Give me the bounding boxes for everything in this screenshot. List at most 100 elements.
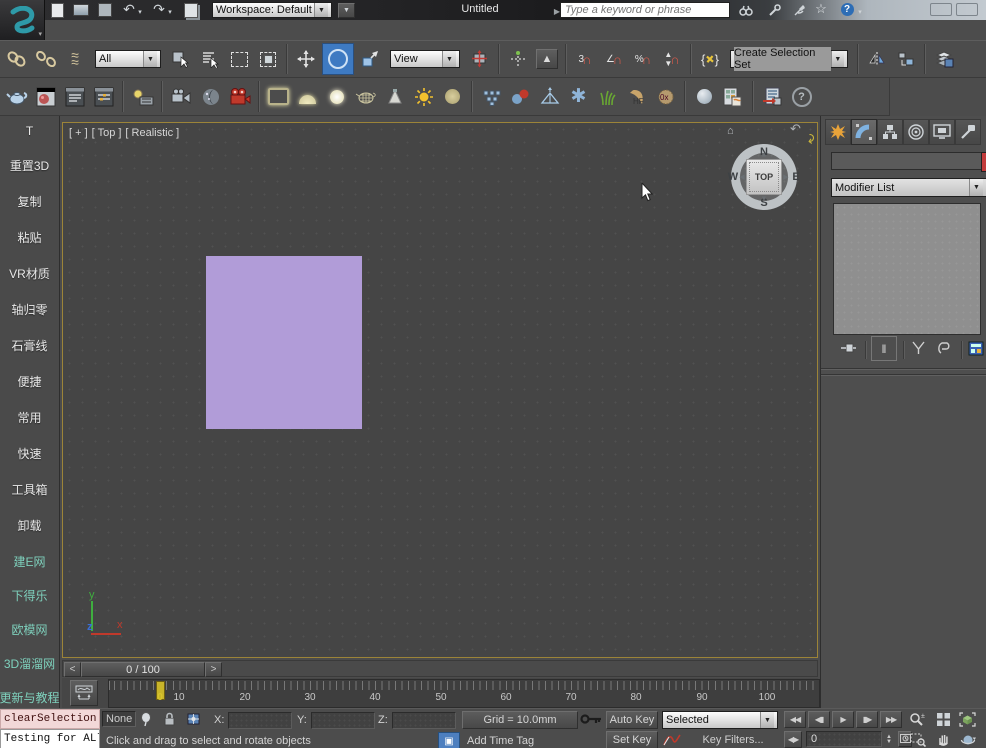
reference-coordinate-dropdown[interactable]: View▼ <box>390 50 460 68</box>
material-editor-icon[interactable] <box>33 84 58 109</box>
mirror-icon[interactable] <box>864 46 890 72</box>
percent-snap-icon[interactable]: %∩ <box>630 46 656 72</box>
light-lister-icon[interactable] <box>130 84 155 109</box>
add-time-tag[interactable]: Add Time Tag <box>467 735 534 747</box>
ambient-light-icon[interactable] <box>440 84 465 109</box>
maxscript-listener-line[interactable]: Testing for ALl <box>0 729 100 748</box>
selection-filter-arrow-icon[interactable]: ▼ <box>143 51 157 67</box>
layer-manager-icon[interactable] <box>931 46 957 72</box>
show-end-result-icon[interactable]: ‖ <box>871 336 897 361</box>
viewcube-arrow-down-icon[interactable]: ▼ <box>761 196 768 203</box>
viewcube-home-icon[interactable]: ⌂ <box>727 125 734 137</box>
sidebar-button-copy[interactable]: 复制 <box>17 193 41 210</box>
toolbar-help-icon[interactable]: ? <box>789 84 814 109</box>
select-and-scale-icon[interactable] <box>357 46 383 72</box>
ox-fur-icon[interactable]: 0x <box>653 84 678 109</box>
open-mini-curve-editor-icon[interactable] <box>70 680 98 706</box>
sidebar-button-convenient[interactable]: 便捷 <box>17 373 41 390</box>
vray-dome-light-icon[interactable] <box>295 84 320 109</box>
pin-stack-icon[interactable] <box>837 338 859 358</box>
zoom-region-icon[interactable] <box>980 711 986 728</box>
object-name-field[interactable] <box>831 152 983 170</box>
sidebar-button-paste[interactable]: 粘贴 <box>17 229 41 246</box>
render-setup-icon[interactable] <box>62 84 87 109</box>
previous-frame-button[interactable]: < <box>64 662 81 677</box>
viewcube-west-label[interactable]: W <box>728 171 738 183</box>
prompt-balloon-icon[interactable] <box>140 712 152 730</box>
wrench-icon[interactable] <box>765 2 783 18</box>
help-dropdown-icon[interactable]: ▾ <box>856 4 864 20</box>
selection-filter-dropdown[interactable]: All▼ <box>95 50 161 68</box>
use-pivot-point-icon[interactable] <box>467 46 493 72</box>
window-crossing-icon[interactable] <box>255 46 281 72</box>
proxy-grid-icon[interactable] <box>479 84 504 109</box>
coord-system-arrow-icon[interactable]: ▼ <box>442 51 456 67</box>
select-and-link-icon[interactable] <box>4 46 30 72</box>
3dsmax-logo[interactable]: ▾ <box>0 0 45 40</box>
play-animation-button[interactable]: ▶ <box>832 711 854 728</box>
viewcube-east-label[interactable]: E <box>792 171 799 183</box>
keyboard-shortcut-override-icon[interactable]: ▲ <box>534 46 560 72</box>
grid-setting-display[interactable]: Grid = 10.0mm <box>462 711 578 729</box>
zoom-icon[interactable]: ± <box>906 711 929 728</box>
sidebar-button-pivot-zero[interactable]: 轴归零 <box>11 301 47 318</box>
select-and-rotate-icon[interactable] <box>322 43 354 75</box>
bind-to-space-warp-icon[interactable]: ≈≈ <box>62 46 88 72</box>
select-object-icon[interactable] <box>168 46 194 72</box>
modifier-list-arrow-icon[interactable]: ▼ <box>969 179 983 196</box>
render-teapot-icon[interactable] <box>4 84 29 109</box>
auto-key-button[interactable]: Auto Key <box>606 711 658 729</box>
viewcube-arrow-left-icon[interactable]: ◀ <box>739 173 744 181</box>
pan-hand-icon[interactable] <box>932 731 955 748</box>
select-by-name-icon[interactable] <box>197 46 223 72</box>
field-of-view-icon[interactable] <box>906 731 929 748</box>
go-to-start-button[interactable]: ◀◀ <box>784 711 806 728</box>
scene-object-plane[interactable] <box>206 256 362 429</box>
frame-spinner[interactable]: ▲▼ <box>884 731 894 748</box>
new-scene-icon[interactable] <box>48 2 66 18</box>
viewcube-face-top[interactable]: TOP <box>746 159 782 195</box>
material-library-icon[interactable] <box>721 84 746 109</box>
go-to-end-button[interactable]: ▶▶ <box>880 711 902 728</box>
select-and-manipulate-icon[interactable] <box>505 46 531 72</box>
snaps-toggle-3d-icon[interactable]: 3∩ <box>572 46 598 72</box>
workspace-dropdown[interactable]: Workspace: Default▼ <box>212 2 332 18</box>
angle-snap-icon[interactable]: ∠∩ <box>601 46 627 72</box>
key-filters-button[interactable]: Key Filters... <box>688 731 778 748</box>
script-loader-icon[interactable] <box>760 84 785 109</box>
macro-recorder-line[interactable]: clearSelection <box>0 709 100 729</box>
edit-named-selection-sets-icon[interactable]: {✚} <box>697 46 723 72</box>
z-coordinate-field[interactable] <box>392 712 456 729</box>
vray-mesh-light-icon[interactable] <box>353 84 378 109</box>
x-coordinate-field[interactable] <box>228 712 292 729</box>
tab-create[interactable] <box>825 119 851 145</box>
viewcube-arrow-up-icon[interactable]: ▲ <box>761 152 768 159</box>
zoom-extents-icon[interactable] <box>956 711 979 728</box>
undo-dropdown-icon[interactable]: ▾ <box>136 4 144 20</box>
favorites-star-icon[interactable]: ☆ <box>812 1 830 17</box>
unlink-selection-icon[interactable] <box>33 46 59 72</box>
viewport-menu-general[interactable]: [ + ] <box>69 127 88 139</box>
current-frame-field[interactable]: 0 <box>806 731 882 747</box>
sidebar-button-reset3d[interactable]: 重置3D <box>10 157 49 174</box>
named-selection-set-dropdown[interactable]: Create Selection Set▼ <box>730 50 848 68</box>
named-selection-set-arrow-icon[interactable]: ▼ <box>831 51 844 67</box>
align-icon[interactable] <box>893 46 919 72</box>
search-binoculars-icon[interactable] <box>737 2 755 18</box>
project-folder-icon[interactable] <box>182 2 200 18</box>
night-scene-icon[interactable] <box>198 84 223 109</box>
object-color-swatch[interactable] <box>981 152 986 172</box>
vray-plane-light-icon[interactable] <box>266 84 291 109</box>
sidebar-link-xiadele[interactable]: 下得乐 <box>11 587 47 604</box>
physical-camera-icon[interactable] <box>227 84 252 109</box>
orbit-icon[interactable] <box>956 731 979 748</box>
tab-modify[interactable] <box>851 119 877 145</box>
configure-modifier-sets-icon[interactable] <box>965 338 986 358</box>
communication-icon[interactable] <box>790 2 808 18</box>
infocenter-help-icon[interactable]: ? <box>838 1 856 17</box>
search-input[interactable] <box>560 2 730 18</box>
select-and-move-icon[interactable] <box>293 46 319 72</box>
viewport-menu-pov[interactable]: [ Top ] <box>92 127 122 139</box>
ies-light-icon[interactable] <box>382 84 407 109</box>
modifier-list-dropdown[interactable]: Modifier List▼ <box>831 178 986 197</box>
